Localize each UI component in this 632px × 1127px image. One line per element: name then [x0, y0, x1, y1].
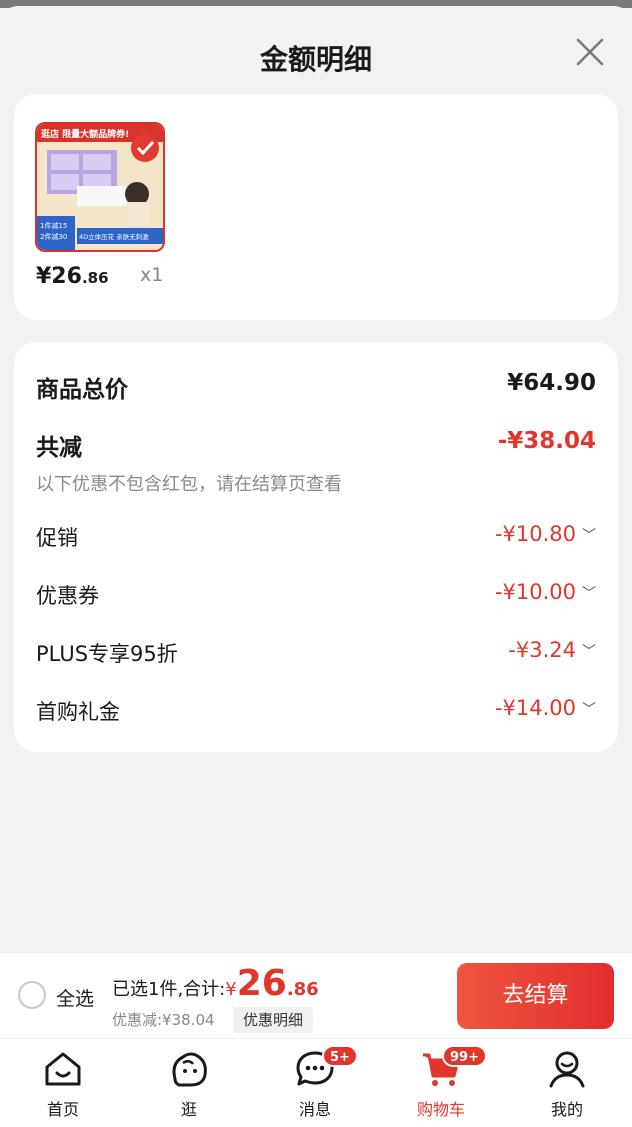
browse-icon: [172, 1052, 207, 1087]
discount-value: -¥38.04: [497, 428, 596, 454]
price-detail-card: 商品总价 ¥64.90 共减 -¥38.04 以下优惠不包含红包，请在结算页查看…: [14, 342, 618, 752]
tab-label: 逛: [180, 1100, 197, 1119]
product-image: 逛店 限量大额品牌券! 1件减15 2件减30 4D立体压花 亲肤无刺激: [37, 124, 163, 250]
profile-icon: [549, 1051, 585, 1088]
total-value: ¥64.90: [507, 370, 596, 396]
discount-item-value: -¥14.00 ﹀: [494, 696, 596, 720]
chevron-down-icon: ﹀: [582, 586, 596, 602]
discount-note: 以下优惠不包含红包，请在结算页查看: [36, 474, 342, 495]
cart-badge: 99+: [442, 1045, 487, 1067]
amount-detail-sheet: 金额明细 逛店 限量大额品牌券! 1件减15 2件减30 4D立体压花 亲肤无刺…: [0, 6, 632, 952]
product-thumbnail[interactable]: 逛店 限量大额品牌券! 1件减15 2件减30 4D立体压花 亲肤无刺激: [35, 122, 165, 252]
discount-item-value: -¥10.00 ﹀: [494, 580, 596, 604]
checkout-bar: 全选 已选1件,合计:¥26.86 优惠减:¥38.04 优惠明细 去结算: [0, 952, 632, 1038]
product-card: 逛店 限量大额品牌券! 1件减15 2件减30 4D立体压花 亲肤无刺激 ¥26…: [14, 94, 618, 320]
chevron-down-icon: ﹀: [582, 702, 596, 718]
chevron-down-icon: ﹀: [582, 528, 596, 544]
selected-total: 已选1件,合计:¥26.86: [112, 963, 319, 1004]
tab-browse[interactable]: 逛: [126, 1039, 252, 1127]
discount-item-coupon[interactable]: 优惠券 -¥10.00 ﹀: [36, 580, 596, 610]
product-quantity: x1: [140, 264, 164, 286]
discount-item-label: 促销: [36, 526, 78, 550]
discount-item-label: PLUS专享95折: [36, 642, 178, 666]
svg-text:逛店 限量大额品牌券!: 逛店 限量大额品牌券!: [41, 128, 129, 140]
discount-item-label: 首购礼金: [36, 700, 120, 724]
select-all-checkbox[interactable]: [18, 981, 46, 1009]
discount-row: 共减 -¥38.04: [36, 428, 596, 461]
tab-label: 首页: [46, 1100, 79, 1119]
discount-label: 共减: [36, 435, 82, 461]
close-icon: [576, 38, 604, 66]
svg-text:1件减15: 1件减15: [40, 221, 67, 230]
sheet-title: 金额明细: [259, 43, 372, 76]
discount-item-promotion[interactable]: 促销 -¥10.80 ﹀: [36, 522, 596, 552]
discount-item-value: -¥3.24 ﹀: [508, 638, 596, 662]
total-label: 商品总价: [36, 377, 128, 403]
svg-text:4D立体压花 亲肤无刺激: 4D立体压花 亲肤无刺激: [79, 232, 149, 241]
select-all-label[interactable]: 全选: [56, 984, 94, 1011]
tab-profile[interactable]: 我的: [504, 1039, 630, 1127]
tab-home[interactable]: 首页: [0, 1039, 126, 1127]
tab-messages[interactable]: 5+ 消息: [252, 1039, 378, 1127]
product-price: ¥26.86: [36, 264, 109, 289]
discount-item-plus[interactable]: PLUS专享95折 -¥3.24 ﹀: [36, 638, 596, 668]
tab-label: 我的: [550, 1100, 583, 1119]
bottom-tab-bar: 首页 逛 5+ 消息 99+ 购物车 我的: [0, 1038, 632, 1127]
discount-item-first-purchase[interactable]: 首购礼金 -¥14.00 ﹀: [36, 696, 596, 726]
discount-item-value: -¥10.80 ﹀: [494, 522, 596, 546]
tab-label: 消息: [298, 1100, 331, 1119]
total-row: 商品总价 ¥64.90: [36, 370, 596, 403]
discount-summary: 优惠减:¥38.04: [112, 1011, 215, 1029]
svg-text:2件减30: 2件减30: [40, 232, 67, 241]
discount-item-label: 优惠券: [36, 584, 99, 608]
tab-cart[interactable]: 99+ 购物车: [378, 1039, 504, 1127]
checkout-button[interactable]: 去结算: [457, 963, 614, 1029]
tab-label: 购物车: [416, 1100, 465, 1119]
message-badge: 5+: [322, 1045, 358, 1067]
home-icon: [45, 1052, 81, 1086]
discount-detail-button[interactable]: 优惠明细: [233, 1007, 314, 1033]
chevron-down-icon: ﹀: [582, 644, 596, 660]
close-button[interactable]: [574, 36, 606, 68]
